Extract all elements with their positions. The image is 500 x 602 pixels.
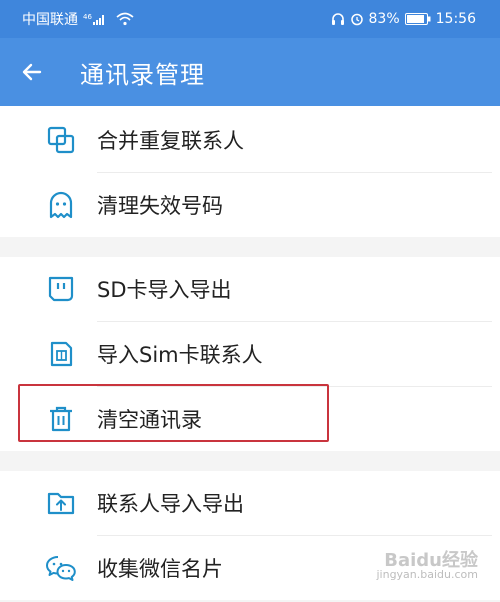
menu-item-label: 导入Sim卡联系人	[97, 343, 263, 367]
merge-icon	[45, 124, 77, 156]
menu-item-merge-duplicates[interactable]: 合并重复联系人	[0, 108, 500, 172]
menu-item-label: 联系人导入导出	[97, 492, 244, 516]
sd-card-icon	[45, 273, 77, 305]
menu-item-label: 收集微信名片	[97, 557, 223, 581]
wifi-icon	[116, 12, 134, 26]
menu-item-clean-invalid-numbers[interactable]: 清理失效号码	[0, 173, 500, 237]
battery-percent: 83%	[368, 11, 400, 27]
arrow-left-icon	[22, 63, 42, 81]
signal-icon: 46	[83, 12, 111, 26]
app-bar: 通讯录管理	[0, 38, 500, 106]
section-gap	[0, 237, 500, 257]
ghost-icon	[45, 189, 77, 221]
menu-item-contacts-import-export[interactable]: 联系人导入导出	[0, 471, 500, 535]
alarm-icon	[350, 12, 364, 26]
status-bar: 中国联通 46 83% 15:56	[0, 0, 500, 38]
svg-text:46: 46	[83, 13, 92, 21]
watermark: Baidu经验 jingyan.baidu.com	[376, 550, 478, 582]
page-title: 通讯录管理	[80, 60, 205, 89]
menu-item-label: 合并重复联系人	[97, 129, 244, 153]
sim-card-icon	[45, 338, 77, 370]
folder-upload-icon	[45, 487, 77, 519]
battery-icon	[404, 13, 431, 25]
menu-item-sd-card-import-export[interactable]: SD卡导入导出	[0, 257, 500, 321]
menu-item-label: 清理失效号码	[97, 194, 223, 218]
menu-item-label: SD卡导入导出	[97, 278, 232, 302]
section-gap	[0, 451, 500, 471]
back-button[interactable]	[0, 38, 64, 106]
carrier-name: 中国联通	[22, 12, 78, 28]
watermark-logo: Baidu经验	[384, 550, 478, 571]
menu-list: 合并重复联系人 清理失效号码 SD卡导入导出 导入Sim卡联系人 清空通讯录 联…	[0, 106, 500, 602]
watermark-url: jingyan.baidu.com	[376, 568, 478, 581]
wechat-icon	[45, 552, 77, 584]
highlight-box	[18, 384, 329, 442]
menu-item-import-sim-contacts[interactable]: 导入Sim卡联系人	[0, 322, 500, 386]
headset-icon	[331, 12, 345, 26]
clock: 15:56	[435, 11, 476, 27]
